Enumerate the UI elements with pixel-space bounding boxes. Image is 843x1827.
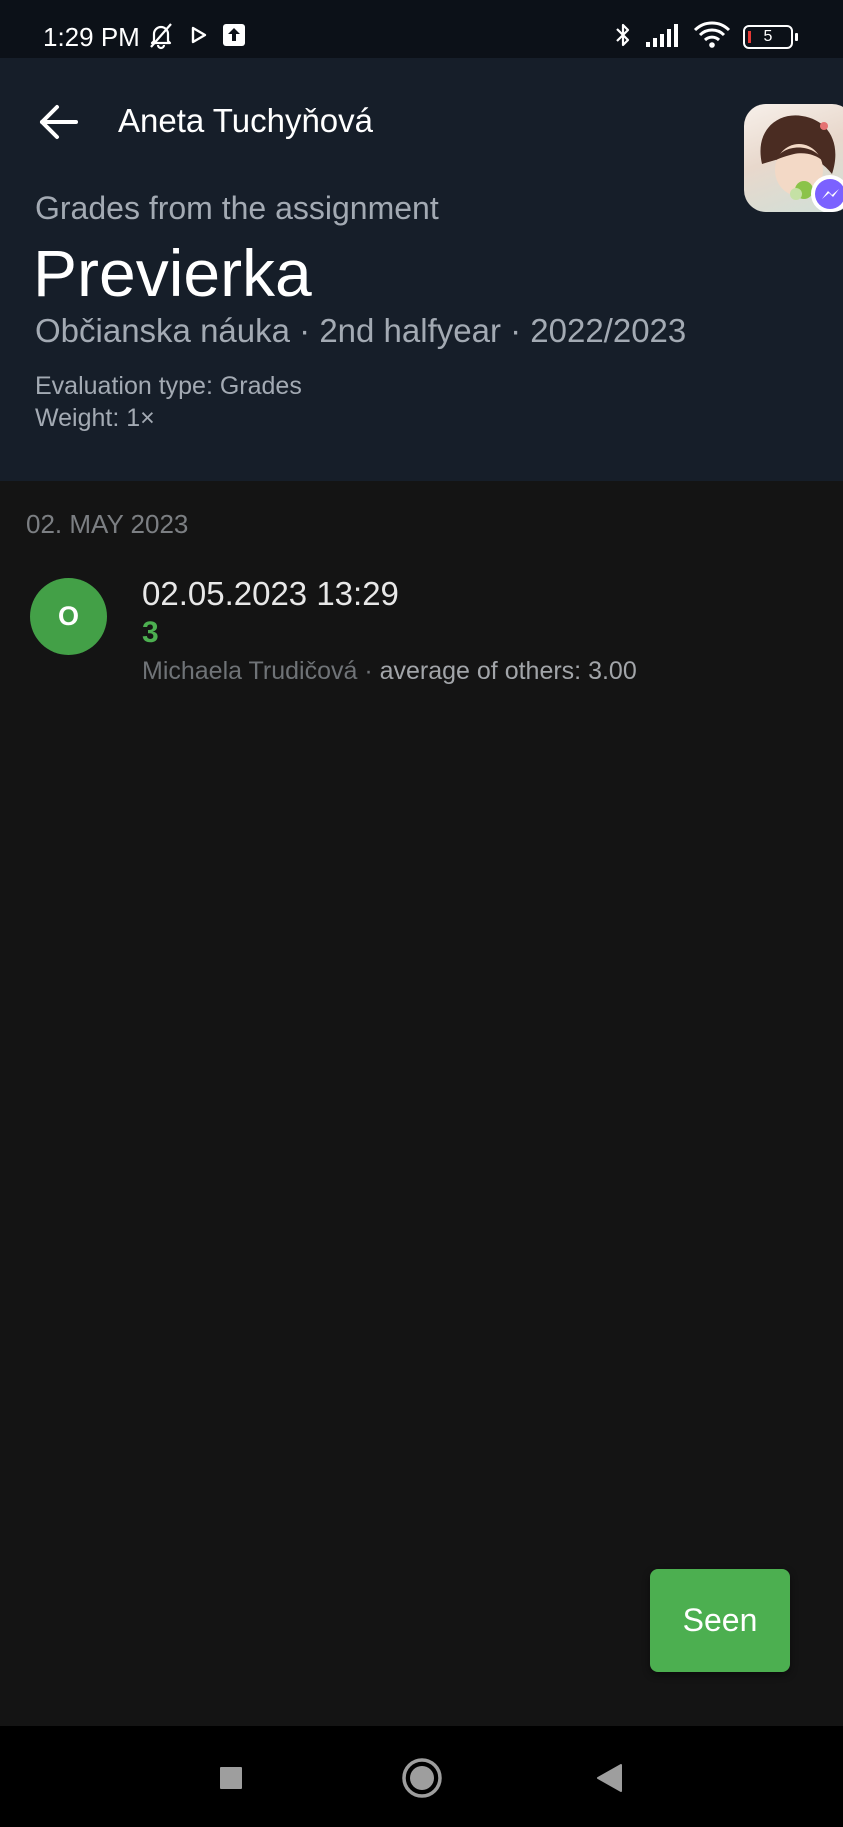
back-nav-button[interactable] bbox=[581, 1750, 637, 1806]
wifi-icon bbox=[693, 20, 731, 54]
evaluation-type: Evaluation type: Grades bbox=[35, 372, 302, 400]
status-left-icons bbox=[146, 20, 246, 54]
assignment-subtitle: Grades from the assignment bbox=[35, 190, 439, 226]
separator: · bbox=[357, 657, 380, 685]
status-bar: 1:29 PM 5 bbox=[0, 0, 843, 58]
recents-button[interactable] bbox=[203, 1750, 259, 1806]
teacher-name: Michaela Trudičová bbox=[142, 657, 358, 685]
assignment-title: Previerka bbox=[33, 236, 312, 310]
bell-off-icon bbox=[146, 20, 176, 55]
date-group-header: 02. MAY 2023 bbox=[26, 509, 189, 539]
grade-avatar: O bbox=[30, 578, 107, 655]
grade-details: Michaela Trudičová · average of others: … bbox=[142, 655, 637, 687]
assignment-weight: Weight: 1× bbox=[35, 404, 155, 432]
grade-value: 3 bbox=[142, 616, 159, 649]
average-of-others: average of others: 3.00 bbox=[379, 657, 637, 685]
battery-level: 5 bbox=[763, 28, 773, 45]
chat-head-avatar bbox=[760, 115, 843, 212]
student-name: Aneta Tuchyňová bbox=[118, 102, 374, 139]
assignment-meta: Občianska náuka · 2nd halfyear · 2022/20… bbox=[35, 312, 687, 349]
circle-icon bbox=[402, 1758, 442, 1798]
status-time: 1:29 PM bbox=[43, 22, 140, 52]
back-button[interactable] bbox=[32, 96, 84, 148]
bluetooth-icon bbox=[613, 20, 633, 55]
screen: 1:29 PM 5 Aneta Tuchyňová Grades from th… bbox=[0, 0, 843, 1827]
status-right-icons: 5 bbox=[613, 20, 798, 55]
signal-icon bbox=[645, 22, 681, 53]
assignment-header: Aneta Tuchyňová Grades from the assignme… bbox=[0, 58, 843, 481]
arrow-left-icon bbox=[40, 105, 78, 139]
triangle-back-icon bbox=[597, 1764, 622, 1792]
upload-icon bbox=[222, 23, 246, 52]
grade-datetime: 02.05.2023 13:29 bbox=[142, 575, 399, 612]
play-icon bbox=[190, 25, 208, 50]
messenger-chat-head[interactable] bbox=[744, 104, 843, 212]
seen-button[interactable]: Seen bbox=[650, 1569, 790, 1672]
battery-icon: 5 bbox=[743, 25, 798, 49]
square-icon bbox=[220, 1767, 242, 1789]
home-button[interactable] bbox=[394, 1750, 450, 1806]
grade-list-item[interactable]: O 02.05.2023 13:29 3 Michaela Trudičová … bbox=[0, 560, 843, 700]
system-nav-bar bbox=[0, 1726, 843, 1827]
